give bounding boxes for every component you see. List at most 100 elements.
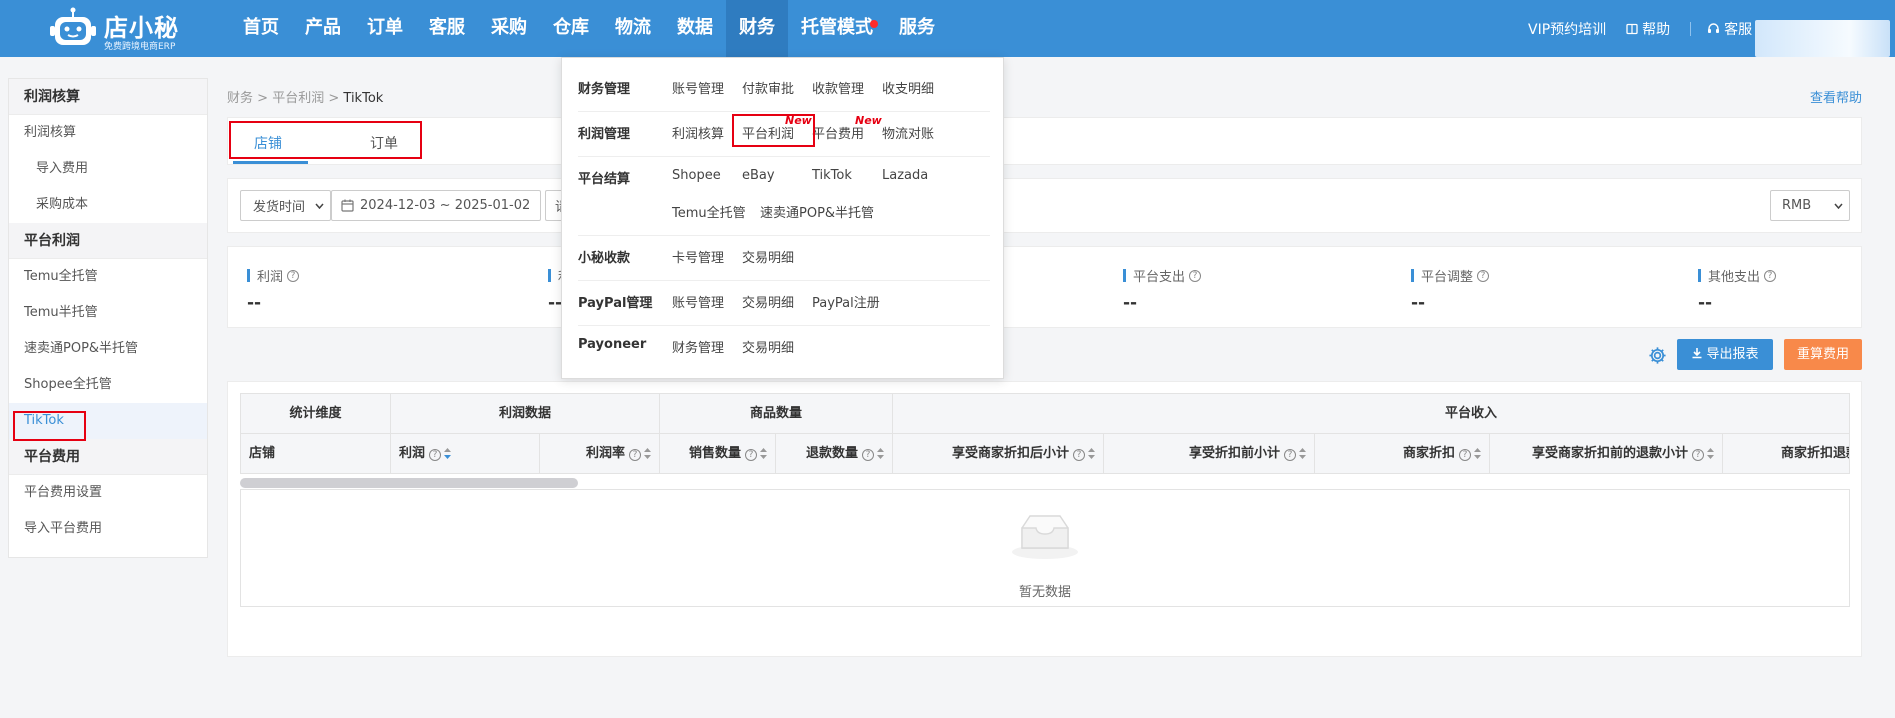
horizontal-scrollbar[interactable]: [240, 478, 578, 488]
column-refund-qty-label: 退款数量: [805, 446, 858, 461]
empty-inbox-icon: [1012, 515, 1078, 559]
column-discount-refund[interactable]: 商家折扣退款: [1723, 434, 1849, 473]
sort-icon[interactable]: [1299, 448, 1306, 459]
stat-profit-text: 利润: [257, 270, 284, 285]
menu-link-receipt-management[interactable]: 收款管理: [812, 78, 864, 97]
sort-icon[interactable]: [1707, 448, 1714, 459]
nav-order[interactable]: 订单: [354, 0, 416, 57]
sidebar-group-platform-fees: 平台费用: [9, 439, 207, 475]
column-discounted-subtotal-label: 享受商家折扣后小计: [951, 446, 1069, 461]
help-icon[interactable]: ?: [745, 449, 757, 461]
sidebar-item-fee-settings[interactable]: 平台费用设置: [9, 475, 207, 511]
help-icon[interactable]: ?: [862, 449, 874, 461]
view-help-link[interactable]: 查看帮助: [1810, 87, 1862, 106]
help-icon[interactable]: ?: [1692, 449, 1704, 461]
header-actions: VIP预约培训 帮助 客服: [1528, 0, 1772, 57]
sidebar-item-temu-semi[interactable]: Temu半托管: [9, 295, 207, 331]
menu-link-income-expense-details[interactable]: 收支明细: [882, 78, 934, 97]
breadcrumb-finance[interactable]: 财务: [227, 91, 253, 106]
column-refund-qty[interactable]: 退款数量?: [776, 434, 893, 473]
sidebar-item-profit-accounting[interactable]: 利润核算: [9, 115, 207, 151]
nav-warehouse[interactable]: 仓库: [540, 0, 602, 57]
sort-icon[interactable]: [644, 448, 651, 459]
nav-purchase[interactable]: 采购: [478, 0, 540, 57]
nav-data[interactable]: 数据: [664, 0, 726, 57]
sort-icon[interactable]: [1474, 448, 1481, 459]
help-icon[interactable]: ?: [429, 449, 442, 461]
group-header-platform-income: 平台收入: [893, 394, 1849, 434]
nav-customer-service[interactable]: 客服: [416, 0, 478, 57]
menu-link-payment-approval[interactable]: 付款审批: [742, 78, 794, 97]
help-icon[interactable]: ?: [1477, 269, 1490, 282]
menu-link-ebay[interactable]: eBay: [742, 168, 775, 183]
menu-link-temu-full[interactable]: Temu全托管: [672, 202, 746, 221]
column-profit[interactable]: 利润?: [391, 434, 540, 473]
column-store[interactable]: 店铺: [241, 434, 391, 473]
export-report-button[interactable]: 导出报表: [1677, 339, 1773, 370]
date-type-select[interactable]: 发货时间: [240, 190, 331, 221]
customer-service-link[interactable]: 客服: [1707, 19, 1752, 39]
stat-platform-adjustment-value: --: [1411, 293, 1426, 313]
sidebar-item-shopee-full[interactable]: Shopee全托管: [9, 367, 207, 403]
date-range-picker[interactable]: 2024-12-03 ~ 2025-01-02: [331, 190, 541, 221]
help-icon[interactable]: ?: [1764, 269, 1777, 282]
chevron-down-icon: [315, 203, 324, 209]
sidebar-item-aliexpress[interactable]: 速卖通POP&半托管: [9, 331, 207, 367]
column-pre-discount-subtotal[interactable]: 享受折扣前小计?: [1104, 434, 1315, 473]
help-icon[interactable]: ?: [1284, 449, 1296, 461]
date-type-value: 发货时间: [253, 200, 306, 215]
logo[interactable]: 店小秘 免费跨境电商ERP: [50, 4, 190, 52]
menu-link-paypal-register[interactable]: PayPal注册: [812, 292, 880, 311]
sidebar-item-purchase-cost[interactable]: 采购成本: [9, 187, 207, 223]
menu-link-paypal-accounts[interactable]: 账号管理: [672, 292, 724, 311]
column-pre-discount-refund[interactable]: 享受商家折扣前的退款小计?: [1490, 434, 1723, 473]
menu-link-profit-accounting[interactable]: 利润核算: [672, 123, 724, 142]
nav-hosting-mode[interactable]: 托管模式: [788, 0, 886, 57]
nav-finance[interactable]: 财务: [726, 0, 788, 57]
help-icon[interactable]: ?: [1459, 449, 1471, 461]
stat-platform-adjustment-text: 平台调整: [1421, 270, 1474, 285]
sort-icon[interactable]: [444, 448, 452, 459]
book-icon: [1626, 23, 1638, 34]
menu-link-payoneer-finance[interactable]: 财务管理: [672, 337, 724, 356]
breadcrumb-separator: >: [328, 91, 340, 106]
menu-link-tiktok[interactable]: TikTok: [812, 168, 852, 183]
user-account-box[interactable]: [1755, 20, 1890, 57]
menu-link-shopee[interactable]: Shopee: [672, 168, 721, 183]
help-link[interactable]: 帮助: [1626, 19, 1670, 39]
calendar-icon: [341, 199, 354, 212]
help-icon[interactable]: ?: [629, 449, 641, 461]
nav-home[interactable]: 首页: [230, 0, 292, 57]
sidebar-item-temu-full[interactable]: Temu全托管: [9, 259, 207, 295]
gear-icon[interactable]: [1648, 346, 1667, 365]
nav-logistics[interactable]: 物流: [602, 0, 664, 57]
recalculate-fees-button[interactable]: 重算费用: [1784, 339, 1862, 370]
menu-link-account-management[interactable]: 账号管理: [672, 78, 724, 97]
stat-accent-bar: [1411, 269, 1414, 282]
sidebar-item-import-fees[interactable]: 导入费用: [9, 151, 207, 187]
column-merchant-discount[interactable]: 商家折扣?: [1315, 434, 1490, 473]
menu-link-aliexpress[interactable]: 速卖通POP&半托管: [760, 202, 874, 221]
menu-link-transaction-details[interactable]: 交易明细: [742, 247, 794, 266]
column-discounted-subtotal[interactable]: 享受商家折扣后小计?: [893, 434, 1104, 473]
sidebar-item-import-platform-fees[interactable]: 导入平台费用: [9, 511, 207, 547]
sort-icon[interactable]: [877, 448, 884, 459]
nav-service[interactable]: 服务: [886, 0, 948, 57]
menu-link-card-management[interactable]: 卡号管理: [672, 247, 724, 266]
help-icon[interactable]: ?: [1189, 269, 1202, 282]
sort-icon[interactable]: [1088, 448, 1095, 459]
stat-profit: 利润? --: [247, 266, 300, 313]
help-icon[interactable]: ?: [1073, 449, 1085, 461]
menu-link-payoneer-transactions[interactable]: 交易明细: [742, 337, 794, 356]
menu-link-paypal-transactions[interactable]: 交易明细: [742, 292, 794, 311]
column-profit-rate[interactable]: 利润率?: [540, 434, 660, 473]
nav-product[interactable]: 产品: [292, 0, 354, 57]
vip-training-link[interactable]: VIP预约培训: [1528, 19, 1606, 39]
column-sales-qty[interactable]: 销售数量?: [660, 434, 776, 473]
menu-link-logistics-reconciliation[interactable]: 物流对账: [882, 123, 934, 142]
menu-link-lazada[interactable]: Lazada: [882, 168, 928, 183]
currency-select[interactable]: RMB: [1770, 190, 1850, 221]
help-icon[interactable]: ?: [287, 269, 300, 282]
sort-icon[interactable]: [760, 448, 767, 459]
breadcrumb-platform-profit[interactable]: 平台利润: [272, 91, 324, 106]
